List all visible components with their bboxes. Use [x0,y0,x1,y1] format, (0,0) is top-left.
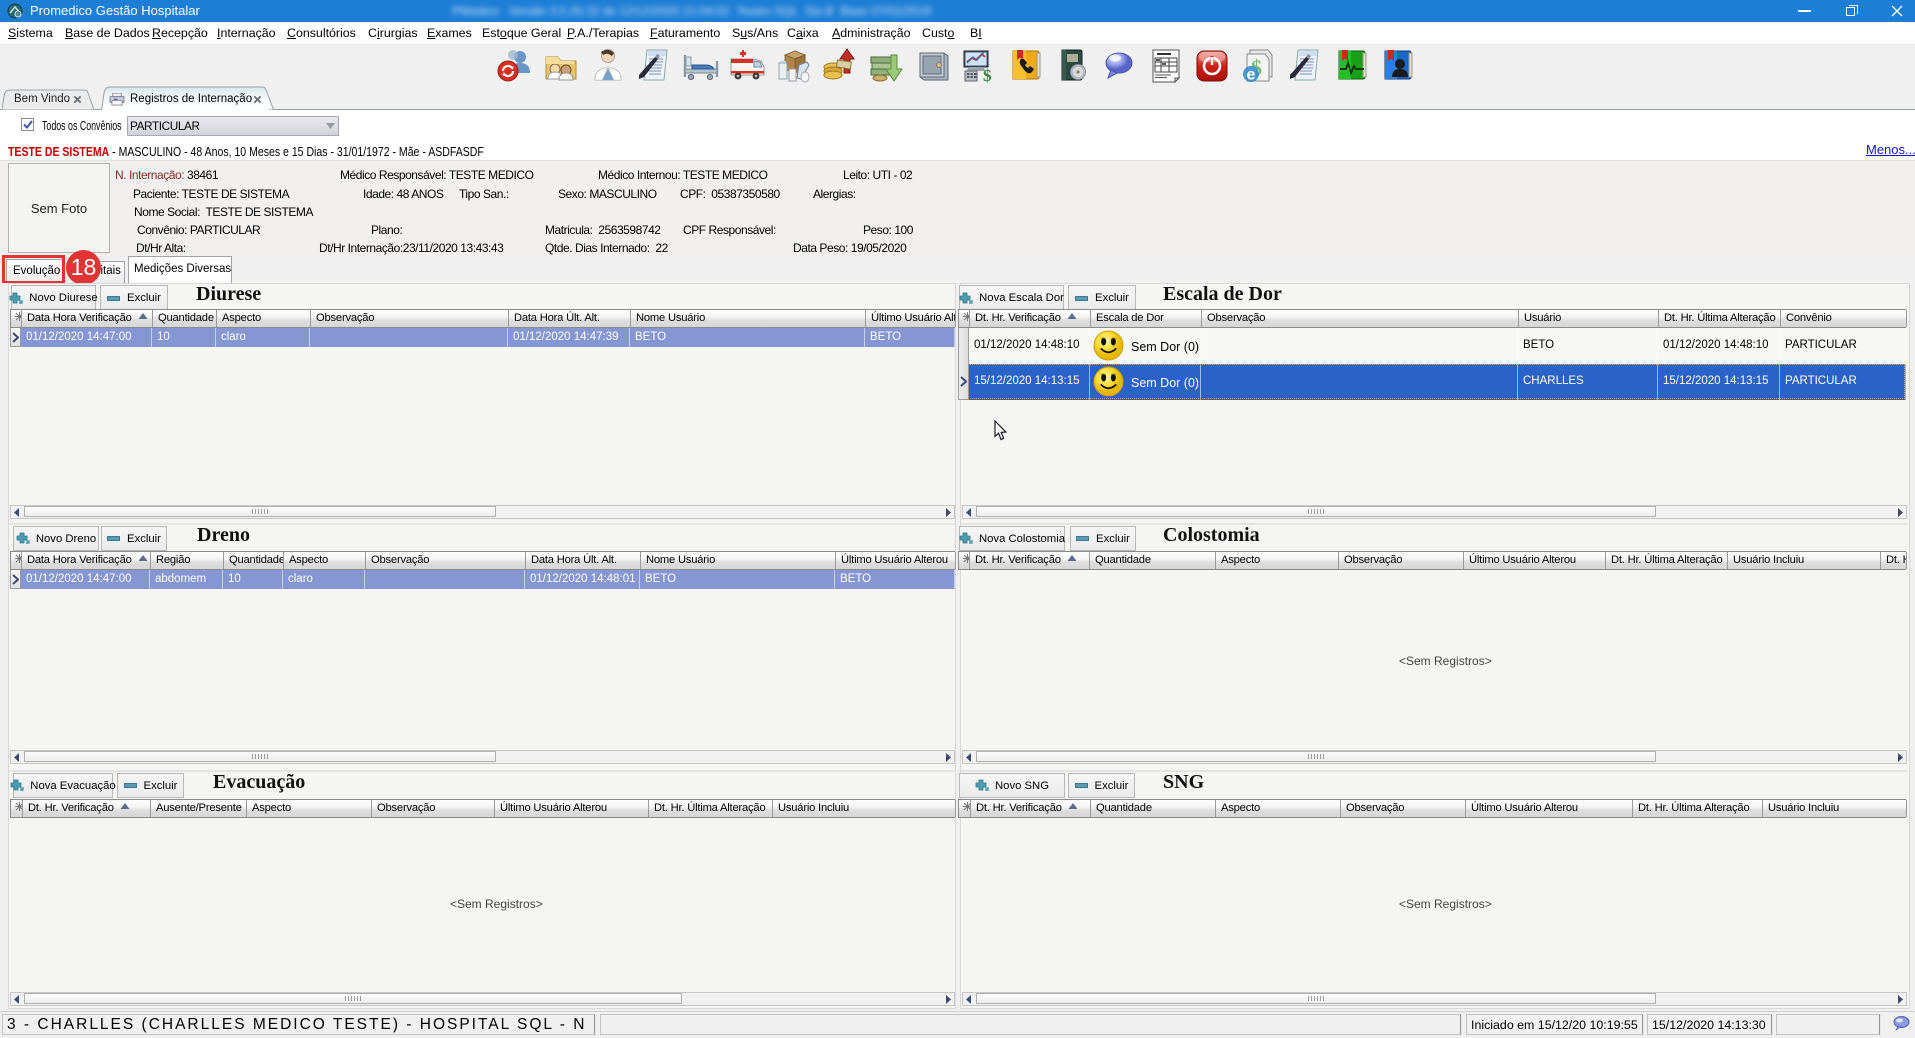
svg-text:$: $ [983,66,992,85]
svg-text:e: e [1247,67,1256,84]
